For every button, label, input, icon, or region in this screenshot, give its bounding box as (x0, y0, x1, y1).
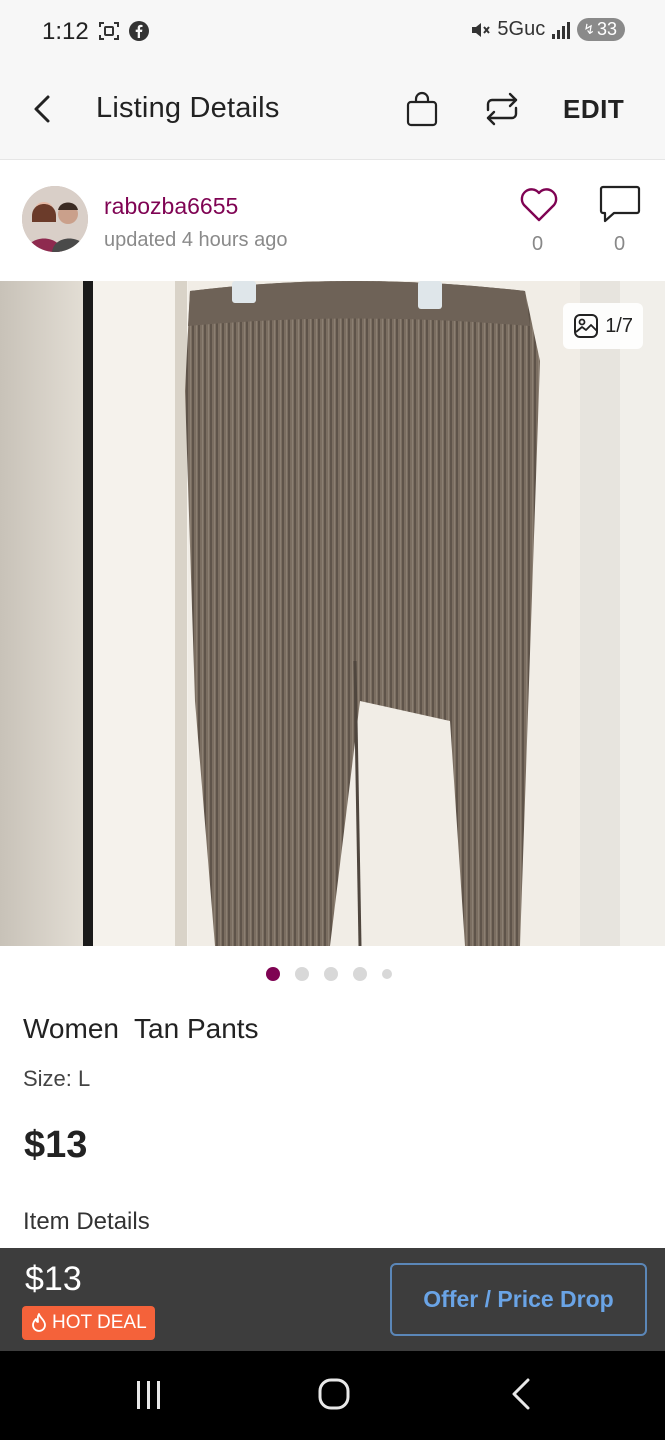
hot-deal-label: HOT DEAL (52, 1312, 147, 1333)
photo-counter-label: 1/7 (605, 314, 633, 337)
bottom-action-bar: $13 HOT DEAL Offer / Price Drop (0, 1248, 665, 1351)
carousel-dot[interactable] (266, 967, 280, 981)
hot-deal-badge: HOT DEAL (22, 1306, 155, 1340)
recent-apps-icon[interactable] (133, 1377, 165, 1413)
network-label: 5Guc (497, 18, 546, 40)
screenshot-icon (99, 22, 119, 40)
comment-count: 0 (614, 233, 626, 255)
bottom-price: $13 (25, 1260, 82, 1298)
carousel-dot[interactable] (295, 967, 309, 981)
seller-username[interactable]: rabozba6655 (104, 193, 238, 220)
status-time: 1:12 (42, 18, 89, 45)
listing-photo[interactable]: 1/7 (0, 281, 665, 946)
carousel-dot[interactable] (382, 969, 392, 979)
mute-icon (472, 22, 491, 37)
back-icon[interactable] (28, 92, 58, 126)
like-count: 0 (532, 233, 544, 255)
edit-button[interactable]: EDIT (563, 94, 624, 125)
status-right: 5Guc ↯ 33 (469, 18, 625, 41)
page-title: Listing Details (96, 92, 280, 124)
seller-row: rabozba6655 updated 4 hours ago 0 0 (0, 161, 665, 281)
fire-icon (32, 1313, 46, 1332)
home-icon[interactable] (316, 1375, 352, 1413)
photo-counter[interactable]: 1/7 (563, 303, 643, 349)
pants-photo (0, 281, 665, 946)
gallery-icon (574, 314, 599, 338)
listing-size: Size: L (23, 1066, 91, 1091)
carousel-dots (266, 967, 392, 981)
updated-timestamp: updated 4 hours ago (104, 229, 288, 251)
app-header: Listing Details EDIT (0, 64, 665, 160)
status-left-icons (98, 20, 150, 42)
battery-icon: ↯ 33 (577, 18, 625, 41)
battery-level: 33 (596, 19, 617, 39)
shopping-bag-icon[interactable] (404, 90, 440, 128)
listing-title: Women Tan Pants (23, 1013, 259, 1044)
offer-price-drop-button[interactable]: Offer / Price Drop (390, 1263, 647, 1336)
system-nav-bar (0, 1351, 665, 1440)
carousel-dot[interactable] (324, 967, 338, 981)
share-icon[interactable] (482, 90, 522, 128)
heart-icon[interactable] (518, 185, 560, 223)
carousel-dot[interactable] (353, 967, 367, 981)
item-details-heading: Item Details (23, 1208, 150, 1235)
avatar[interactable] (22, 186, 88, 252)
status-bar: 1:12 5Guc ↯ 33 (0, 0, 665, 64)
facebook-icon (129, 21, 149, 41)
back-nav-icon[interactable] (508, 1375, 534, 1413)
signal-icon (552, 21, 571, 39)
listing-price: $13 (24, 1124, 88, 1166)
comment-icon[interactable] (598, 183, 642, 225)
